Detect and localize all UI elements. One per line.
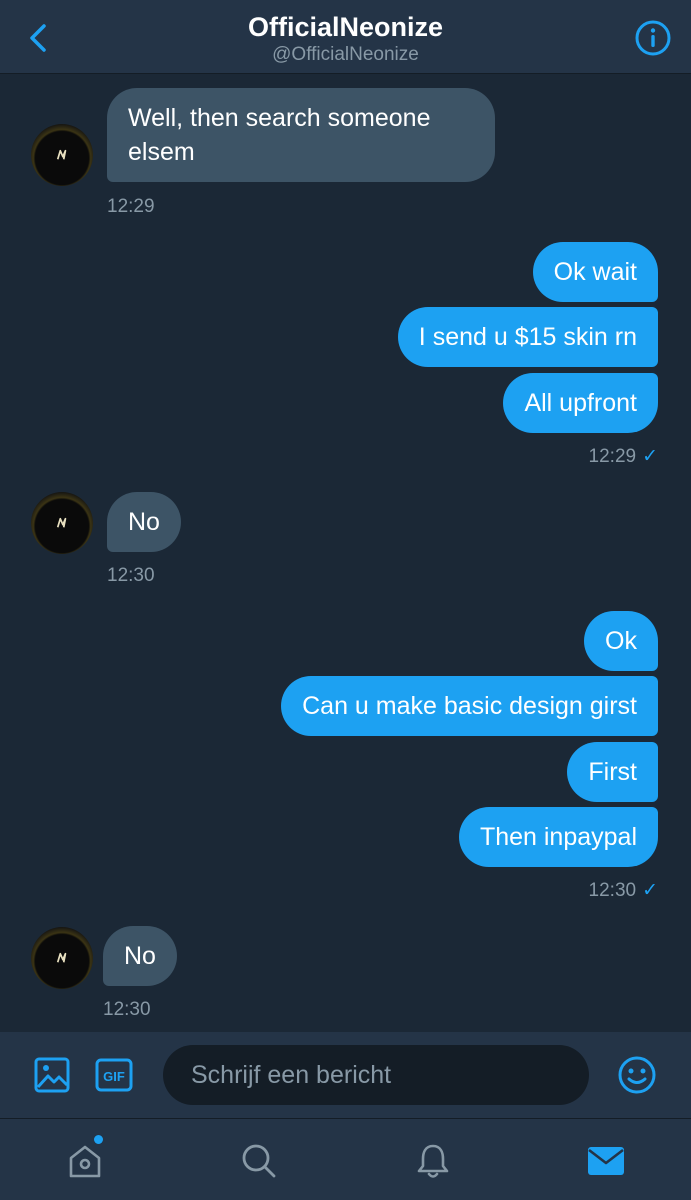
gif-label: GIF: [103, 1069, 125, 1084]
avatar[interactable]: [31, 124, 93, 186]
message-bubble-outgoing[interactable]: I send u $15 skin rn: [397, 307, 658, 367]
message-bubble-outgoing[interactable]: Ok: [584, 611, 658, 671]
gif-icon: GIF: [95, 1058, 133, 1092]
home-icon: [69, 1145, 101, 1178]
message-timestamp: 12:30: [103, 999, 151, 1020]
message-bubble-outgoing[interactable]: First: [567, 742, 658, 802]
message-timestamp: 12:30 ✓: [589, 880, 658, 902]
timestamp-text: 12:29: [588, 446, 637, 467]
bottom-tab-bar: [0, 1118, 691, 1200]
message-bubble-incoming[interactable]: No: [103, 926, 177, 986]
conversation-header: OfficialNeonize @OfficialNeonize: [0, 0, 691, 74]
add-image-button[interactable]: [30, 1053, 74, 1097]
message-bubble-outgoing[interactable]: Then inpaypal: [458, 807, 658, 867]
emoji-button[interactable]: [615, 1053, 659, 1097]
message-input[interactable]: [163, 1045, 589, 1105]
timestamp-text: 12:30: [588, 880, 637, 901]
message-bubble-outgoing[interactable]: Can u make basic design girst: [281, 676, 658, 736]
tab-search[interactable]: [237, 1139, 281, 1183]
tab-notifications[interactable]: [411, 1139, 455, 1183]
bell-icon: [417, 1144, 449, 1178]
notification-dot: [94, 1135, 103, 1144]
read-receipt-icon: ✓: [642, 880, 658, 901]
avatar-logo-icon: [56, 952, 67, 963]
mail-icon: [588, 1147, 624, 1175]
message-bubble-incoming[interactable]: Well, then search someone elsem: [107, 88, 495, 182]
info-button[interactable]: [633, 18, 673, 58]
message-composer: GIF: [0, 1032, 691, 1118]
message-timestamp: 12:29: [107, 196, 155, 217]
conversation-title: OfficialNeonize: [247, 12, 444, 42]
tab-home[interactable]: [63, 1135, 107, 1183]
tab-messages[interactable]: [584, 1139, 628, 1183]
avatar[interactable]: [31, 492, 93, 554]
image-icon: [34, 1057, 70, 1093]
read-receipt-icon: ✓: [642, 446, 658, 467]
message-timestamp: 12:29 ✓: [589, 446, 658, 468]
conversation-title-block[interactable]: OfficialNeonize @OfficialNeonize: [0, 10, 691, 66]
message-bubble-incoming[interactable]: No: [107, 492, 181, 552]
search-icon: [242, 1144, 276, 1178]
avatar[interactable]: [31, 927, 93, 989]
emoji-icon: [618, 1056, 656, 1094]
add-gif-button[interactable]: GIF: [92, 1053, 136, 1097]
info-circle-icon: [635, 20, 671, 56]
avatar-logo-icon: [56, 517, 67, 528]
conversation-handle: @OfficialNeonize: [272, 44, 419, 65]
message-bubble-outgoing[interactable]: All upfront: [503, 373, 658, 433]
avatar-logo-icon: [56, 149, 67, 160]
message-bubble-outgoing[interactable]: Ok wait: [532, 242, 658, 302]
message-timestamp: 12:30: [107, 565, 155, 586]
